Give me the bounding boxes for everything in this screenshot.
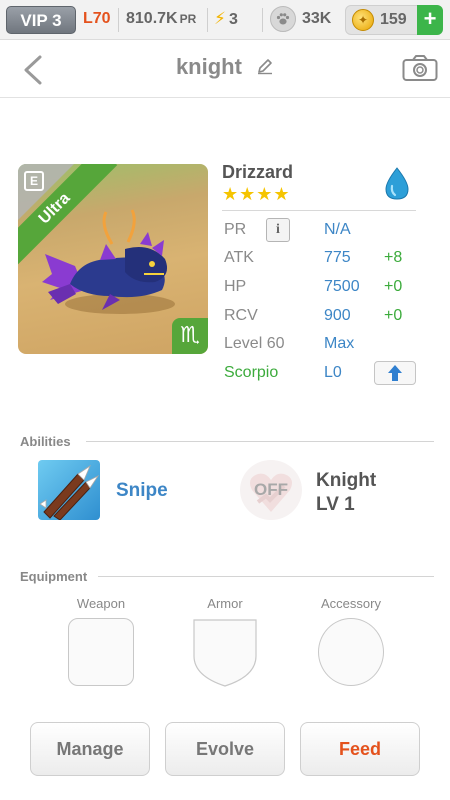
evolve-button[interactable]: Evolve bbox=[165, 722, 285, 776]
stat-value: Max bbox=[324, 335, 355, 352]
divider bbox=[207, 8, 208, 32]
scorpio-zodiac-icon: ♏ bbox=[172, 318, 208, 354]
energy-value: 3 bbox=[228, 11, 238, 28]
ability-name[interactable]: Snipe bbox=[116, 480, 168, 502]
stat-value: 775 bbox=[324, 249, 351, 266]
power-rating-value: 810.7K bbox=[126, 10, 178, 27]
zodiac-upgrade-button[interactable] bbox=[374, 361, 416, 385]
stat-row-atk: ATK 775 +8 bbox=[224, 249, 424, 271]
vip-badge[interactable]: VIP 3 bbox=[6, 6, 76, 34]
divider bbox=[86, 441, 434, 442]
lightning-bolt-icon: ⚡ bbox=[214, 9, 226, 28]
divider bbox=[222, 210, 416, 211]
stat-row-zodiac: Scorpio L0 bbox=[224, 361, 424, 386]
divider bbox=[118, 8, 119, 32]
paw-icon bbox=[270, 6, 296, 32]
pet-nickname: knight bbox=[175, 54, 242, 79]
player-level: L70 bbox=[83, 10, 111, 27]
power-rating: 810.7K PR bbox=[126, 10, 196, 28]
power-rating-unit: PR bbox=[179, 12, 197, 26]
page-title: knight bbox=[0, 54, 450, 81]
stat-value: 7500 bbox=[324, 278, 360, 295]
divider bbox=[98, 576, 434, 577]
ability-off-label: OFF bbox=[254, 480, 288, 499]
camera-icon[interactable] bbox=[402, 54, 438, 82]
armor-slot[interactable] bbox=[192, 618, 258, 688]
stat-label: RCV bbox=[224, 307, 258, 324]
stat-row-level: Level 60 Max bbox=[224, 335, 424, 357]
snipe-ability-icon[interactable] bbox=[38, 460, 100, 520]
stat-bonus: +0 bbox=[384, 278, 403, 295]
add-coins-button[interactable]: + bbox=[417, 5, 443, 35]
manage-button[interactable]: Manage bbox=[30, 722, 150, 776]
water-drop-icon bbox=[385, 167, 409, 200]
stat-label: PR bbox=[224, 221, 247, 238]
weapon-slot[interactable] bbox=[68, 618, 134, 686]
paw-count: 33K bbox=[302, 10, 332, 27]
stat-label: Level 60 bbox=[224, 335, 285, 352]
coin-icon: ✦ bbox=[352, 9, 374, 31]
page-header: knight bbox=[0, 40, 450, 98]
dragon-image bbox=[42, 209, 175, 314]
stat-bonus: +0 bbox=[384, 307, 403, 324]
star-rating: ★★★★ bbox=[222, 184, 291, 204]
evolution-tag-icon: E bbox=[24, 171, 44, 191]
stat-label: HP bbox=[224, 278, 247, 295]
knight-ability-icon[interactable]: OFF bbox=[240, 460, 302, 520]
pet-portrait[interactable]: E Ultra ♏ bbox=[18, 164, 208, 354]
stat-row-rcv: RCV 900 +0 bbox=[224, 307, 424, 329]
ability-level: LV 1 bbox=[316, 494, 355, 515]
divider bbox=[262, 8, 263, 32]
pet-species-name: Drizzard bbox=[222, 162, 294, 182]
resource-bar: VIP 3 L70 810.7K PR ⚡ 3 33K ✦ 159 + bbox=[0, 0, 450, 40]
weapon-label: Weapon bbox=[76, 596, 126, 611]
stat-row-hp: HP 7500 +0 bbox=[224, 278, 424, 300]
accessory-slot[interactable] bbox=[318, 618, 384, 686]
stat-label: Scorpio bbox=[224, 364, 279, 381]
stat-bonus: +8 bbox=[384, 249, 403, 266]
stat-value: 900 bbox=[324, 307, 351, 324]
edit-pencil-icon[interactable] bbox=[256, 55, 274, 81]
stat-value: L0 bbox=[324, 364, 342, 381]
feed-button[interactable]: Feed bbox=[300, 722, 420, 776]
accessory-label: Accessory bbox=[321, 596, 381, 611]
coin-value: 159 bbox=[380, 11, 407, 28]
energy-counter[interactable]: ⚡ 3 bbox=[214, 9, 238, 29]
stat-row-pr: PR i N/A bbox=[224, 218, 424, 243]
abilities-heading: Abilities bbox=[20, 434, 71, 449]
ability-name: Knight bbox=[316, 470, 377, 491]
equipment-heading: Equipment bbox=[20, 569, 88, 584]
stat-label: ATK bbox=[224, 249, 254, 266]
info-button[interactable]: i bbox=[266, 218, 290, 242]
coin-counter[interactable]: ✦ 159 + bbox=[345, 5, 443, 35]
armor-label: Armor bbox=[207, 596, 243, 611]
stat-value: N/A bbox=[324, 221, 351, 238]
arrow-up-icon bbox=[388, 365, 402, 381]
